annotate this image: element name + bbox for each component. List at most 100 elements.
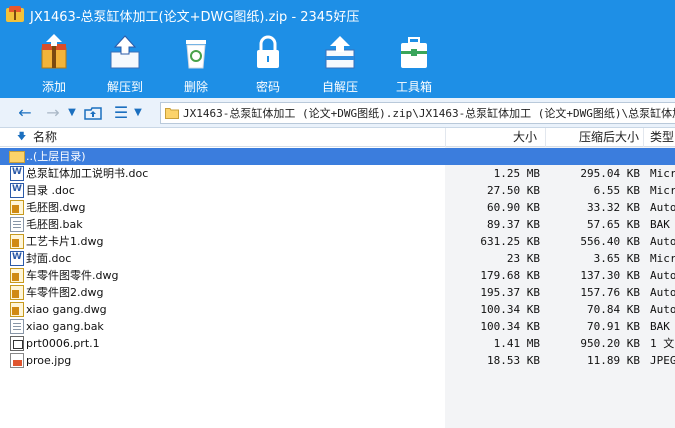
column-header-size[interactable]: 大小 [446, 128, 546, 147]
file-size: 89.37 KB [487, 218, 540, 231]
file-name: 车零件图2.dwg [26, 286, 104, 299]
file-packed-size: 950.20 KB [580, 337, 640, 350]
file-name: 车零件图零件.dwg [26, 269, 119, 282]
file-packed-size: 6.55 KB [593, 184, 640, 197]
file-type: Micr [650, 167, 675, 180]
file-name: 毛胚图.bak [26, 218, 83, 231]
up-folder-button[interactable] [82, 102, 104, 124]
file-row[interactable]: xiao gang.bak 100.34 KB 70.91 KB BAK [0, 318, 675, 335]
file-packed-size: 57.65 KB [587, 218, 640, 231]
file-packed-size: 295.04 KB [580, 167, 640, 180]
dwg-file-icon [10, 200, 24, 215]
file-row[interactable]: proe.jpg 18.53 KB 11.89 KB JPEG [0, 352, 675, 369]
history-dropdown[interactable]: ▼ [66, 102, 78, 124]
column-header-name[interactable]: 🡇 名称 [0, 128, 446, 147]
file-packed-size: 3.65 KB [593, 252, 640, 265]
parent-directory-label: ..(上层目录) [26, 150, 86, 163]
delete-label: 删除 [183, 80, 208, 94]
forward-button[interactable]: → [42, 102, 64, 124]
file-type: Auto [650, 269, 675, 282]
app-logo-icon [6, 6, 24, 24]
file-packed-size: 70.91 KB [587, 320, 640, 333]
column-packed-label: 压缩后大小 [578, 130, 639, 144]
toolbar: 添加 解压到 删除 密码 自解压 工具箱 [0, 30, 675, 98]
prt-file-icon [10, 336, 24, 351]
window-title: JX1463-总泵缸体加工(论文+DWG图纸).zip - 2345好压 [30, 9, 360, 25]
back-button[interactable]: ← [14, 102, 36, 124]
toolbox-label: 工具箱 [395, 80, 432, 94]
list-view-icon: ☰ [113, 103, 129, 122]
file-name: 毛胚图.dwg [26, 201, 86, 214]
word-doc-icon [10, 183, 24, 198]
delete-icon [186, 40, 206, 69]
app-header: JX1463-总泵缸体加工(论文+DWG图纸).zip - 2345好压 添加 … [0, 0, 675, 98]
file-size: 1.25 MB [493, 167, 540, 180]
file-size: 18.53 KB [487, 354, 540, 367]
column-size-label: 大小 [512, 130, 537, 144]
file-row[interactable]: 毛胚图.bak 89.37 KB 57.65 KB BAK [0, 216, 675, 233]
add-archive-icon [41, 34, 67, 69]
file-size: 23 KB [506, 252, 540, 265]
file-packed-size: 11.89 KB [587, 354, 640, 367]
bak-file-icon [10, 217, 24, 232]
view-mode-dropdown[interactable]: ▼ [132, 102, 144, 124]
password-label: 密码 [255, 80, 280, 94]
dwg-file-icon [10, 285, 24, 300]
file-packed-size: 157.76 KB [580, 286, 640, 299]
file-row[interactable]: 封面.doc 23 KB 3.65 KB Micr [0, 250, 675, 267]
extract-to-label: 解压到 [106, 80, 143, 94]
file-type: Auto [650, 235, 675, 248]
file-type: Auto [650, 303, 675, 316]
column-header-packed[interactable]: 压缩后大小 [546, 128, 644, 147]
file-row[interactable]: 车零件图零件.dwg 179.68 KB 137.30 KB Auto [0, 267, 675, 284]
parent-directory-row[interactable]: ..(上层目录) [0, 148, 675, 165]
file-size: 100.34 KB [480, 303, 540, 316]
view-mode-button[interactable]: ☰ [110, 102, 132, 124]
column-header-type[interactable]: 类型 [644, 128, 675, 147]
file-row[interactable]: 工艺卡片1.dwg 631.25 KB 556.40 KB Auto [0, 233, 675, 250]
file-type: BAK [650, 218, 670, 231]
file-list: 🡇 名称 大小 压缩后大小 类型 ..(上层目录) 总泵缸体加工说明书.doc … [0, 128, 675, 428]
file-type: Auto [650, 201, 675, 214]
file-rows: ..(上层目录) 总泵缸体加工说明书.doc 1.25 MB 295.04 KB… [0, 148, 675, 369]
self-extract-button[interactable]: 自解压 [306, 32, 374, 96]
file-name: xiao gang.dwg [26, 303, 107, 316]
column-type-label: 类型 [650, 130, 675, 144]
folder-icon [165, 108, 179, 119]
word-doc-icon [10, 251, 24, 266]
file-name: 工艺卡片1.dwg [26, 235, 104, 248]
file-packed-size: 70.84 KB [587, 303, 640, 316]
add-button[interactable]: 添加 [20, 32, 88, 96]
chevron-down-icon: ▼ [134, 107, 142, 118]
file-size: 60.90 KB [487, 201, 540, 214]
folder-up-icon [84, 106, 102, 120]
file-type: BAK [650, 320, 670, 333]
delete-button[interactable]: 删除 [162, 32, 230, 96]
column-name-label: 名称 [33, 130, 58, 144]
file-row[interactable]: 总泵缸体加工说明书.doc 1.25 MB 295.04 KB Micr [0, 165, 675, 182]
path-field[interactable]: JX1463-总泵缸体加工 (论文+DWG图纸).zip\JX1463-总泵缸体… [160, 102, 675, 124]
file-row[interactable]: 车零件图2.dwg 195.37 KB 157.76 KB Auto [0, 284, 675, 301]
file-name: 目录 .doc [26, 184, 75, 197]
extract-to-button[interactable]: 解压到 [91, 32, 159, 96]
bak-file-icon [10, 319, 24, 334]
folder-up-icon [9, 151, 25, 163]
password-button[interactable]: 密码 [234, 32, 302, 96]
toolbox-button[interactable]: 工具箱 [380, 32, 448, 96]
file-row[interactable]: xiao gang.dwg 100.34 KB 70.84 KB Auto [0, 301, 675, 318]
file-size: 1.41 MB [493, 337, 540, 350]
title-bar: JX1463-总泵缸体加工(论文+DWG图纸).zip - 2345好压 [0, 0, 675, 30]
jpg-file-icon [10, 353, 24, 368]
file-packed-size: 556.40 KB [580, 235, 640, 248]
file-type: Micr [650, 252, 675, 265]
file-packed-size: 137.30 KB [580, 269, 640, 282]
column-header-row: 🡇 名称 大小 压缩后大小 类型 [0, 128, 675, 147]
address-bar: ← → ▼ ☰ ▼ JX1463-总泵缸体加工 (论文+DWG图纸).zip\J… [0, 98, 675, 128]
file-row[interactable]: prt0006.prt.1 1.41 MB 950.20 KB 1 文 [0, 335, 675, 352]
extract-to-icon [110, 35, 140, 69]
file-row[interactable]: 毛胚图.dwg 60.90 KB 33.32 KB Auto [0, 199, 675, 216]
file-name: xiao gang.bak [26, 320, 104, 333]
file-row[interactable]: 目录 .doc 27.50 KB 6.55 KB Micr [0, 182, 675, 199]
file-size: 195.37 KB [480, 286, 540, 299]
file-packed-size: 33.32 KB [587, 201, 640, 214]
